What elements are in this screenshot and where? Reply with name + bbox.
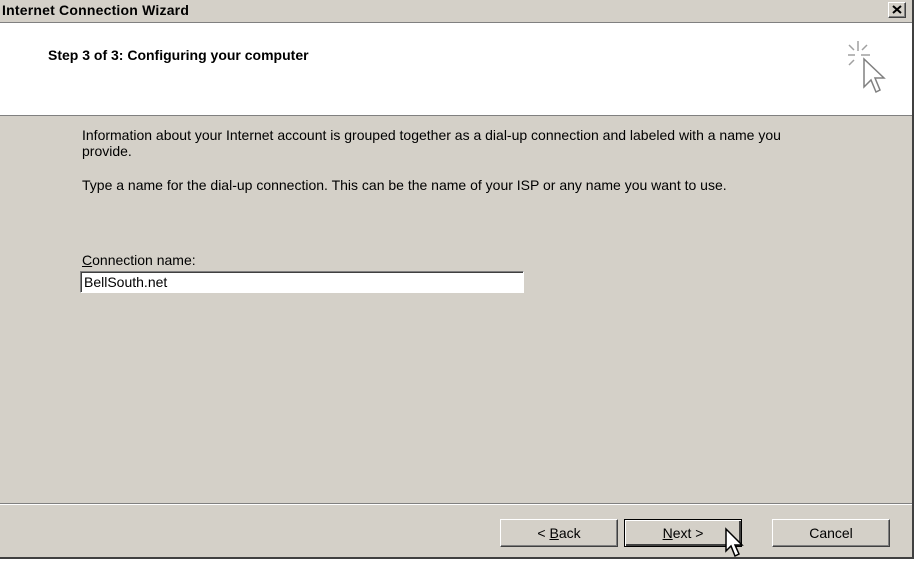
back-button[interactable]: < Back [500, 519, 618, 547]
close-button[interactable] [888, 2, 906, 18]
info-paragraph: Information about your Internet account … [82, 127, 781, 159]
connection-name-label-text: onnection name: [92, 252, 196, 268]
window-title: Internet Connection Wizard [2, 2, 190, 18]
footer-separator [0, 503, 912, 505]
cancel-button[interactable]: Cancel [772, 519, 890, 547]
step-title: Step 3 of 3: Configuring your computer [48, 47, 309, 63]
back-button-prefix: < [537, 525, 550, 541]
title-bar: Internet Connection Wizard [0, 0, 912, 23]
back-button-mnemonic: B [549, 525, 559, 541]
next-button-label: ext > [672, 525, 704, 541]
back-button-label: ack [558, 525, 581, 541]
mouse-pointer-icon [725, 527, 744, 558]
connection-name-input[interactable] [80, 271, 524, 293]
wizard-window: Internet Connection Wizard Step 3 of 3: … [0, 0, 914, 559]
next-button-mnemonic: N [662, 525, 673, 541]
wizard-header: Step 3 of 3: Configuring your computer [0, 23, 912, 116]
connection-name-mnemonic: C [82, 252, 93, 268]
close-icon [892, 5, 902, 14]
instruction-paragraph: Type a name for the dial-up connection. … [82, 177, 727, 193]
connection-name-label: Connection name: [82, 252, 196, 268]
cancel-button-label: Cancel [809, 525, 853, 541]
wizard-sparkle-cursor-icon [848, 41, 886, 94]
